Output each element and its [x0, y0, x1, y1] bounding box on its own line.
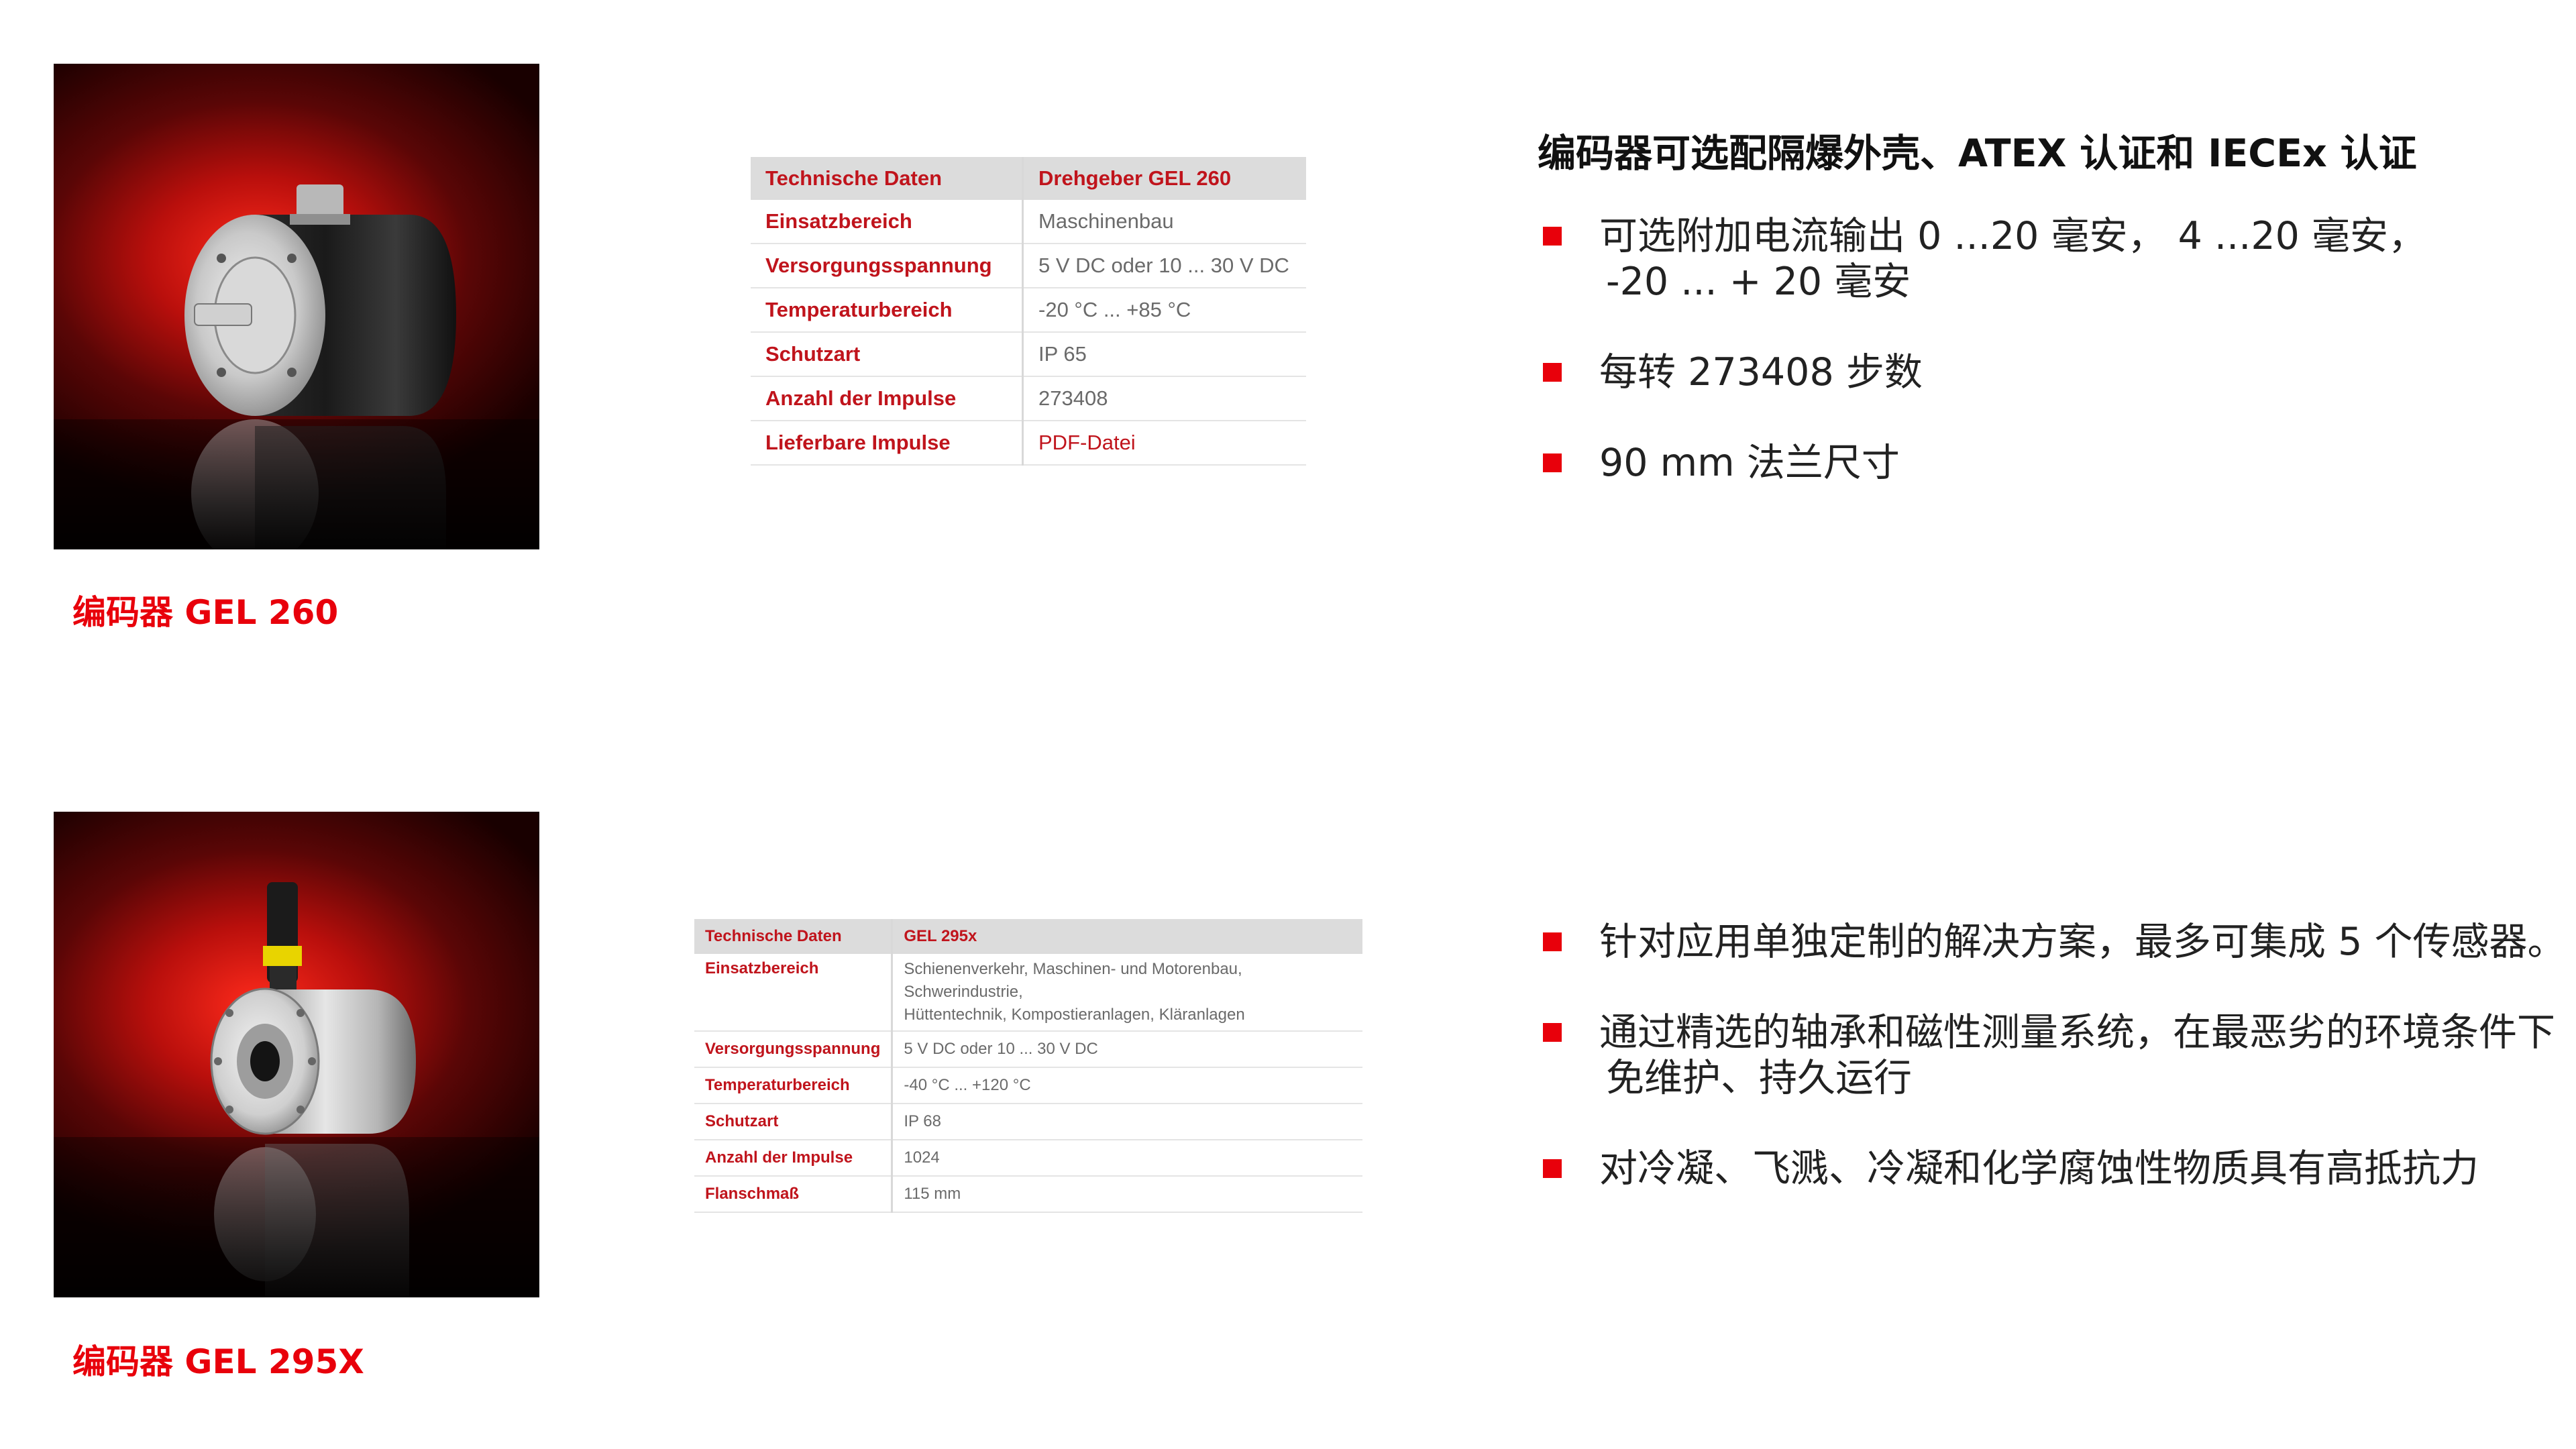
table-row: Versorgungsspannung 5 V DC oder 10 ... 3…: [694, 1031, 1362, 1068]
table-header-cell: Drehgeber GEL 260: [1022, 157, 1306, 200]
spec-key: Einsatzbereich: [694, 954, 892, 1032]
bullet-square-icon: [1543, 453, 1562, 472]
table-header-row: Technische Daten GEL 295x: [694, 919, 1362, 954]
spec-key: Anzahl der Impulse: [694, 1140, 892, 1177]
spec-key: Versorgungsspannung: [751, 244, 1023, 288]
table-row: Temperaturbereich -20 °C ... +85 °C: [751, 288, 1306, 333]
bullet-text: 90 mm 法兰尺寸: [1599, 441, 1900, 485]
spec-key: Versorgungsspannung: [694, 1031, 892, 1068]
product-caption: 编码器 GEL 295X: [72, 1342, 364, 1381]
spec-table-gel295x: Technische Daten GEL 295x Einsatzbereich…: [694, 919, 1362, 1213]
bullet-text-continued: 免维护、持久运行: [1606, 1056, 1912, 1100]
product-photo-gel295x: [54, 812, 539, 1297]
spec-value: Maschinenbau: [1022, 200, 1306, 244]
spec-key: Schutzart: [751, 332, 1023, 377]
spec-key: Temperaturbereich: [694, 1067, 892, 1104]
spec-value: -40 °C ... +120 °C: [891, 1067, 1362, 1104]
table-row: Versorgungsspannung 5 V DC oder 10 ... 3…: [751, 244, 1306, 288]
spec-value-line: Schienenverkehr, Maschinen- und Motorenb…: [904, 960, 1242, 1001]
table-row: Anzahl der Impulse 1024: [694, 1140, 1362, 1177]
spec-value: 1024: [891, 1140, 1362, 1177]
hollow-shaft-encoder-icon: [54, 882, 539, 1297]
bullet-text: 对冷凝、飞溅、冷凝和化学腐蚀性物质具有高抵抗力: [1599, 1146, 2479, 1191]
table-row: Lieferbare Impulse PDF-Datei: [751, 421, 1306, 466]
table-row: Einsatzbereich Schienenverkehr, Maschine…: [694, 954, 1362, 1032]
spec-value: Schienenverkehr, Maschinen- und Motorenb…: [891, 954, 1362, 1032]
pdf-download-link[interactable]: PDF-Datei: [1022, 421, 1306, 466]
spec-value: 5 V DC oder 10 ... 30 V DC: [1022, 244, 1306, 288]
bullet-square-icon: [1543, 363, 1562, 382]
table-header-row: Technische Daten Drehgeber GEL 260: [751, 157, 1306, 200]
product-caption: 编码器 GEL 260: [72, 593, 339, 632]
spec-value: IP 68: [891, 1104, 1362, 1140]
bullet-square-icon: [1543, 1023, 1562, 1042]
bullet-square-icon: [1543, 1159, 1562, 1178]
product-photo-gel260: [54, 64, 539, 549]
spec-key: Einsatzbereich: [751, 200, 1023, 244]
bullet-text: 可选附加电流输出 0 ...20 毫安， 4 ...20 毫安，: [1599, 214, 2427, 258]
table-header-cell: Technische Daten: [751, 157, 1023, 200]
table-header-cell: GEL 295x: [891, 919, 1362, 954]
spec-key: Lieferbare Impulse: [751, 421, 1023, 466]
table-row: Temperaturbereich -40 °C ... +120 °C: [694, 1067, 1362, 1104]
table-row: Schutzart IP 68: [694, 1104, 1362, 1140]
bullet-square-icon: [1543, 227, 1562, 246]
bullet-text: 每转 273408 步数: [1599, 350, 1923, 394]
spec-value: 273408: [1022, 376, 1306, 421]
spec-key: Temperaturbereich: [751, 288, 1023, 333]
table-row: Flanschmaß 115 mm: [694, 1176, 1362, 1213]
table-row: Anzahl der Impulse 273408: [751, 376, 1306, 421]
table-row: Einsatzbereich Maschinenbau: [751, 200, 1306, 244]
bullet-square-icon: [1543, 932, 1562, 951]
bullet-text: 针对应用单独定制的解决方案，最多可集成 5 个传感器。: [1599, 920, 2566, 964]
spec-value: 115 mm: [891, 1176, 1362, 1213]
spec-key: Anzahl der Impulse: [751, 376, 1023, 421]
bullet-text-continued: -20 ... + 20 毫安: [1606, 260, 1911, 304]
table-row: Schutzart IP 65: [751, 332, 1306, 377]
spec-table-gel260: Technische Daten Drehgeber GEL 260 Einsa…: [751, 157, 1306, 466]
rotary-encoder-icon: [54, 184, 539, 549]
bullet-text: 通过精选的轴承和磁性测量系统，在最恶劣的环境条件下: [1599, 1010, 2555, 1055]
spec-value: -20 °C ... +85 °C: [1022, 288, 1306, 333]
spec-value: 5 V DC oder 10 ... 30 V DC: [891, 1031, 1362, 1068]
spec-value-line: Hüttentechnik, Kompostieranlagen, Kläran…: [904, 1006, 1245, 1024]
feature-heading: 编码器可选配隔爆外壳、ATEX 认证和 IECEx 认证: [1538, 131, 2417, 176]
spec-key: Flanschmaß: [694, 1176, 892, 1213]
table-header-cell: Technische Daten: [694, 919, 892, 954]
spec-value: IP 65: [1022, 332, 1306, 377]
spec-key: Schutzart: [694, 1104, 892, 1140]
